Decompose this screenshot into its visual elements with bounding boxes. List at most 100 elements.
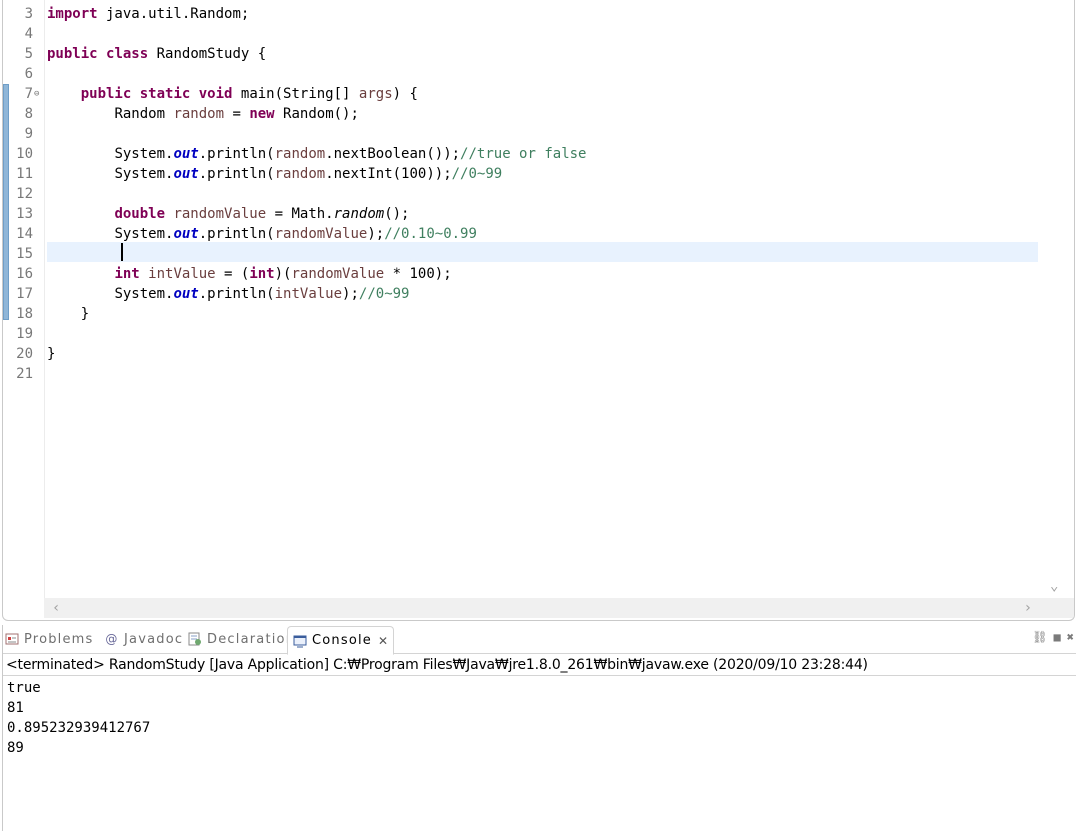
code-line: Random random = new Random(); <box>47 104 358 124</box>
console-output-line: 89 <box>7 740 24 756</box>
line-number: 15 <box>16 246 33 262</box>
collapse-fold-icon[interactable]: ⊖ <box>34 84 39 104</box>
keyword-token: void <box>198 86 233 102</box>
console-output-line: true <box>7 680 41 696</box>
code-token: = Math. <box>266 206 334 222</box>
scrollbar-corner <box>1040 598 1074 618</box>
variable-token: random <box>274 166 326 182</box>
code-token: RandomStudy { <box>148 46 267 62</box>
keyword-token: static <box>139 86 191 102</box>
line-number: 7 <box>24 86 33 102</box>
variable-token: randomValue <box>274 226 368 242</box>
code-line: int intValue = (int)(randomValue * 100); <box>47 264 452 284</box>
code-line: public class RandomStudy { <box>47 44 266 64</box>
console-icon <box>293 634 307 648</box>
code-token: ) { <box>392 86 418 102</box>
console-output-line: 0.895232939412767 <box>7 720 151 736</box>
variable-token: random <box>274 146 326 162</box>
keyword-token: import <box>47 6 98 22</box>
code-token: System. <box>114 146 174 162</box>
view-tab-bar: Problems @ Javadoc Declaration Console ✕… <box>3 625 1076 655</box>
field-token: out <box>173 166 199 182</box>
tab-label: Declaration <box>207 631 296 647</box>
field-token: out <box>173 226 199 242</box>
keyword-token: class <box>106 46 149 62</box>
static-method-token: random <box>333 206 385 222</box>
code-token: )( <box>274 266 292 282</box>
line-number: 16 <box>16 266 33 282</box>
comment-token: //0~99 <box>358 286 410 302</box>
line-number: 3 <box>24 6 33 22</box>
code-editor[interactable]: 3 4 5 6 7 ⊖ 8 9 10 11 12 13 14 15 16 17 … <box>2 0 1075 621</box>
tab-declaration[interactable]: Declaration <box>188 627 295 651</box>
terminate-icon[interactable]: ■ <box>1054 630 1061 644</box>
code-token: (); <box>384 206 410 222</box>
tab-label: Problems <box>24 631 94 647</box>
line-number: 13 <box>16 206 33 222</box>
variable-token: intValue <box>274 286 343 302</box>
chevron-left-icon[interactable]: ‹ <box>52 598 60 618</box>
tab-javadoc[interactable]: @ Javadoc <box>105 627 183 651</box>
line-number: 6 <box>24 66 33 82</box>
remove-all-terminated-icon[interactable]: ✖ <box>1067 630 1074 644</box>
keyword-token: public <box>80 86 132 102</box>
keyword-token: public <box>47 46 98 62</box>
console-output-line: 81 <box>7 700 24 716</box>
code-line: public static void main(String[] args) { <box>47 84 418 104</box>
line-number: 11 <box>16 166 33 182</box>
chevron-down-icon[interactable]: ⌄ <box>1050 578 1058 594</box>
code-token: .println( <box>198 226 275 242</box>
comment-token: //true or false <box>460 146 587 162</box>
code-token: main(String[] <box>232 86 359 102</box>
code-token: .println( <box>198 166 275 182</box>
variable-token: random <box>173 106 225 122</box>
keyword-token: int <box>249 266 275 282</box>
code-token: = <box>224 106 250 122</box>
console-status-line: <terminated> RandomStudy [Java Applicati… <box>3 655 1076 676</box>
close-icon[interactable]: ✕ <box>378 634 388 648</box>
code-text-area[interactable]: import java.util.Random; public class Ra… <box>47 0 1038 598</box>
tab-label: Javadoc <box>124 631 184 647</box>
code-token: java.util.Random; <box>97 6 250 22</box>
code-token: ); <box>342 286 359 302</box>
keyword-token: int <box>114 266 140 282</box>
remove-launch-icon[interactable]: ⛓ <box>1032 630 1047 644</box>
current-line-highlight <box>47 242 1038 262</box>
declaration-icon <box>188 632 202 646</box>
keyword-token: new <box>249 106 275 122</box>
line-number: 8 <box>24 106 33 122</box>
code-line: import java.util.Random; <box>47 4 249 24</box>
line-number: 4 <box>24 26 33 42</box>
tab-problems[interactable]: Problems <box>5 627 94 651</box>
code-token: ); <box>367 226 385 242</box>
code-line: System.out.println(random.nextInt(100));… <box>47 164 502 184</box>
line-number: 18 <box>16 306 33 322</box>
javadoc-icon: @ <box>105 632 119 646</box>
comment-token: //0~99 <box>451 166 503 182</box>
keyword-token: double <box>114 206 166 222</box>
variable-token: randomValue <box>291 266 385 282</box>
code-line: System.out.println(randomValue);//0.10~0… <box>47 224 476 244</box>
bottom-views-panel: Problems @ Javadoc Declaration Console ✕… <box>2 625 1076 831</box>
chevron-right-icon[interactable]: › <box>1024 598 1032 618</box>
line-number: 21 <box>16 366 33 382</box>
text-caret <box>121 243 123 261</box>
code-token: .nextBoolean()); <box>325 146 461 162</box>
code-token: * 100); <box>384 266 452 282</box>
tab-console[interactable]: Console ✕ <box>287 626 395 655</box>
horizontal-scrollbar[interactable]: ‹ › <box>44 598 1040 618</box>
code-token: System. <box>114 286 174 302</box>
field-token: out <box>173 146 199 162</box>
code-token: System. <box>114 226 174 242</box>
code-token: Random <box>114 106 174 122</box>
variable-token: randomValue <box>173 206 267 222</box>
code-line: System.out.println(random.nextBoolean())… <box>47 144 586 164</box>
line-number: 20 <box>16 346 33 362</box>
variable-token: intValue <box>148 266 216 282</box>
view-toolbar: ⛓ ■ ✖ <box>1032 630 1074 644</box>
vertical-scrollbar[interactable]: ⌄ <box>1040 0 1074 598</box>
problems-icon <box>5 632 19 646</box>
line-number: 12 <box>16 186 33 202</box>
line-number: 19 <box>16 326 33 342</box>
